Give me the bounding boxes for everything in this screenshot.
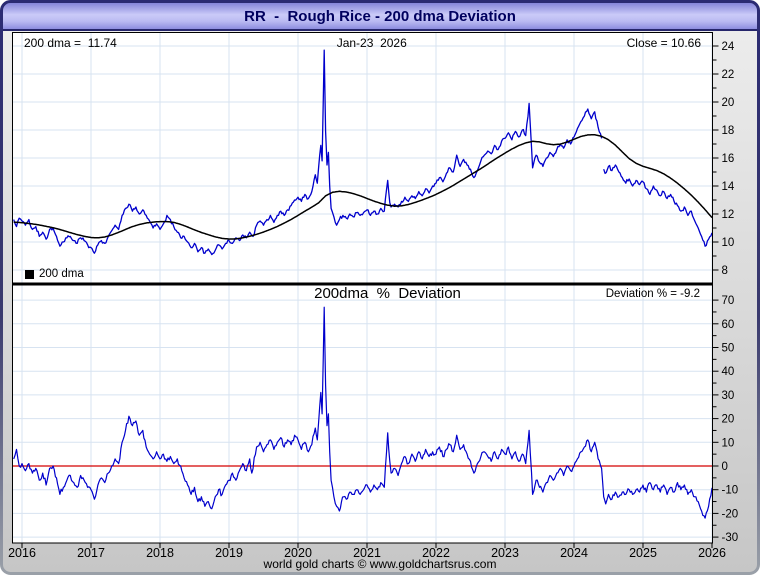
svg-text:-20: -20 — [722, 508, 739, 520]
svg-text:60: 60 — [722, 319, 735, 331]
top-readout-row: 200 dma = 11.74 Jan-23 2026 Close = 10.6… — [13, 36, 712, 50]
date-readout: Jan-23 2026 — [336, 36, 407, 50]
svg-text:30: 30 — [722, 390, 735, 402]
dma-value-readout: 200 dma = 11.74 — [24, 36, 117, 50]
deviation-value-readout: Deviation % = -9.2 — [605, 288, 700, 300]
svg-text:0: 0 — [722, 461, 728, 473]
svg-text:22: 22 — [722, 69, 735, 81]
close-value-readout: Close = 10.66 — [626, 36, 701, 50]
svg-text:10: 10 — [722, 437, 735, 449]
svg-text:12: 12 — [722, 209, 735, 221]
dma-legend: 200 dma — [25, 268, 84, 280]
legend-label: 200 dma — [39, 268, 84, 280]
svg-text:-30: -30 — [722, 532, 739, 544]
svg-text:40: 40 — [722, 366, 735, 378]
svg-text:14: 14 — [722, 181, 735, 193]
svg-text:50: 50 — [722, 343, 735, 355]
svg-text:8: 8 — [722, 265, 728, 277]
credit-footer: world gold charts © www.goldchartsrus.co… — [263, 557, 497, 571]
svg-text:20: 20 — [722, 414, 735, 426]
svg-text:-10: -10 — [722, 485, 739, 497]
svg-text:18: 18 — [722, 125, 735, 137]
svg-text:10: 10 — [722, 237, 735, 249]
svg-text:16: 16 — [722, 153, 735, 165]
chart-window: RR - Rough Rice - 200 dma Deviation 8 10 1… — [0, 0, 760, 575]
svg-text:70: 70 — [722, 295, 735, 307]
svg-text:20: 20 — [722, 97, 735, 109]
legend-swatch — [25, 269, 34, 279]
svg-text:24: 24 — [722, 41, 735, 53]
